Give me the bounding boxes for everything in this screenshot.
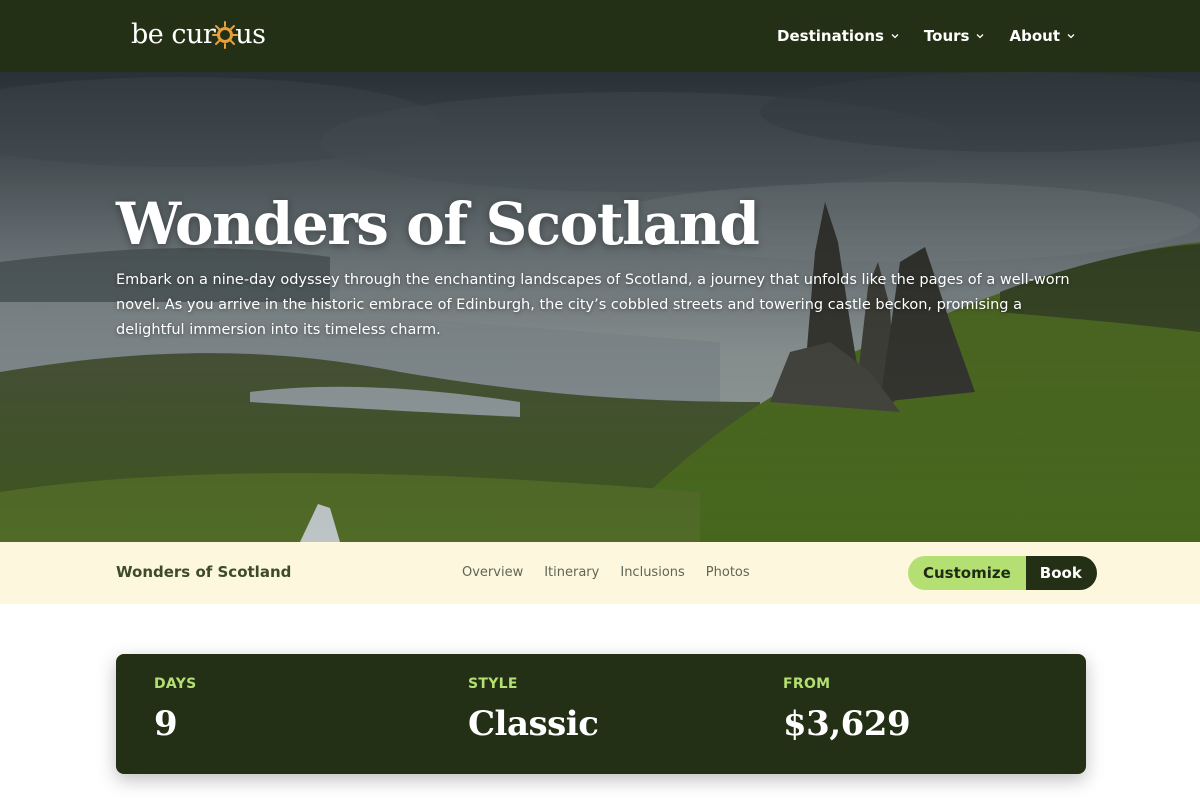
stat-price: FROM $3,629 [783, 676, 911, 744]
chevron-down-icon [977, 34, 984, 39]
nav-about[interactable]: About [1009, 27, 1076, 45]
stat-style-label: STYLE [468, 676, 518, 692]
nav-tours[interactable]: Tours [924, 27, 986, 45]
stat-style-value: Classic [468, 704, 599, 744]
customize-button[interactable]: Customize [908, 556, 1026, 590]
subnav-links: Overview Itinerary Inclusions Photos [462, 565, 750, 580]
stat-price-value: $3,629 [783, 704, 911, 744]
brand-logo[interactable]: be cur us [131, 14, 266, 54]
nav-tours-label: Tours [923, 27, 970, 45]
subnav-link-itinerary[interactable]: Itinerary [544, 565, 599, 580]
tour-stats-card: DAYS 9 STYLE Classic FROM $3,629 [116, 654, 1086, 774]
book-button[interactable]: Book [1025, 556, 1097, 590]
chevron-down-icon [891, 34, 899, 39]
subnav-link-inclusions[interactable]: Inclusions [620, 565, 684, 580]
stat-days-value: 9 [154, 704, 178, 744]
hero-banner: Wonders of Scotland Embark on a nine-day… [0, 72, 1200, 542]
chevron-down-icon [1067, 34, 1075, 39]
main-menu: Destinations Tours About [777, 0, 1076, 72]
hero-title: Wonders of Scotland [116, 190, 760, 258]
hero-description: Embark on a nine-day odyssey through the… [116, 272, 1070, 338]
stat-days: DAYS 9 [154, 676, 197, 744]
top-navigation: be cur us Destinations Tours About [0, 0, 1200, 72]
nav-about-label: About [1009, 27, 1060, 45]
stat-style: STYLE Classic [468, 676, 599, 744]
sun-icon [212, 19, 239, 49]
stat-days-label: DAYS [154, 676, 197, 692]
tour-subnav: Wonders of Scotland Overview Itinerary I… [0, 542, 1200, 604]
subnav-link-overview[interactable]: Overview [462, 565, 523, 580]
stat-price-label: FROM [783, 676, 831, 692]
subnav-link-photos[interactable]: Photos [706, 565, 750, 580]
logo-text-end: us [235, 18, 266, 50]
nav-destinations-label: Destinations [777, 27, 884, 45]
action-button-group: Customize Book [908, 556, 1097, 590]
subnav-tour-title: Wonders of Scotland [116, 563, 292, 581]
nav-destinations[interactable]: Destinations [777, 27, 900, 45]
logo-text-start: be cur [131, 18, 216, 50]
